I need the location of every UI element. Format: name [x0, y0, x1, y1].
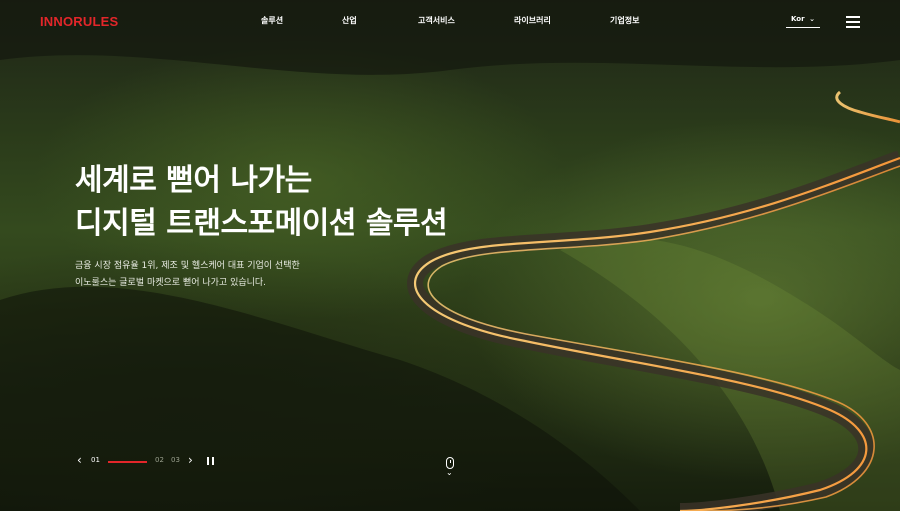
nav-item-industry[interactable]: 산업	[342, 15, 357, 26]
nav-item-solution[interactable]: 솔루션	[261, 15, 283, 26]
nav-item-customer-service[interactable]: 고객서비스	[418, 15, 455, 26]
slide-indicator-03[interactable]: 03	[171, 456, 180, 464]
chevron-down-icon: ⌄	[809, 15, 815, 23]
hero-description: 금융 시장 점유율 1위, 제조 및 헬스케어 대표 기업이 선택한 이노룰스는…	[75, 258, 300, 292]
description-line-2: 이노룰스는 글로벌 마켓으로 뻗어 나가고 있습니다.	[75, 278, 267, 288]
main-nav: 솔루션 산업 고객서비스 라이브러리 기업정보	[0, 15, 900, 29]
slide-progress-bar	[108, 461, 147, 463]
slide-current[interactable]: 01	[91, 456, 100, 464]
landscape-image	[0, 0, 900, 511]
pause-icon[interactable]	[207, 457, 214, 465]
hero-background: INNORULES 솔루션 산업 고객서비스 라이브러리 기업정보 Kor ⌄ …	[0, 0, 900, 511]
scroll-down-chevron-icon: ⌄	[446, 468, 453, 477]
slide-indicator-02[interactable]: 02	[155, 456, 164, 464]
chevron-right-icon[interactable]: ›	[188, 453, 193, 467]
hamburger-icon[interactable]	[846, 16, 860, 28]
description-line-1: 금융 시장 점유율 1위, 제조 및 헬스케어 대표 기업이 선택한	[75, 261, 300, 271]
nav-item-company[interactable]: 기업정보	[610, 15, 639, 26]
language-select[interactable]: Kor ⌄	[786, 14, 820, 28]
chevron-left-icon[interactable]: ‹	[77, 453, 82, 467]
language-label: Kor	[791, 15, 805, 23]
hero-headline: 세계로 뻗어 나가는 디지털 트랜스포메이션 솔루션	[75, 159, 448, 245]
nav-item-library[interactable]: 라이브러리	[514, 15, 551, 26]
headline-line-1: 세계로 뻗어 나가는	[75, 163, 312, 198]
headline-line-2: 디지털 트랜스포메이션 솔루션	[75, 206, 448, 241]
